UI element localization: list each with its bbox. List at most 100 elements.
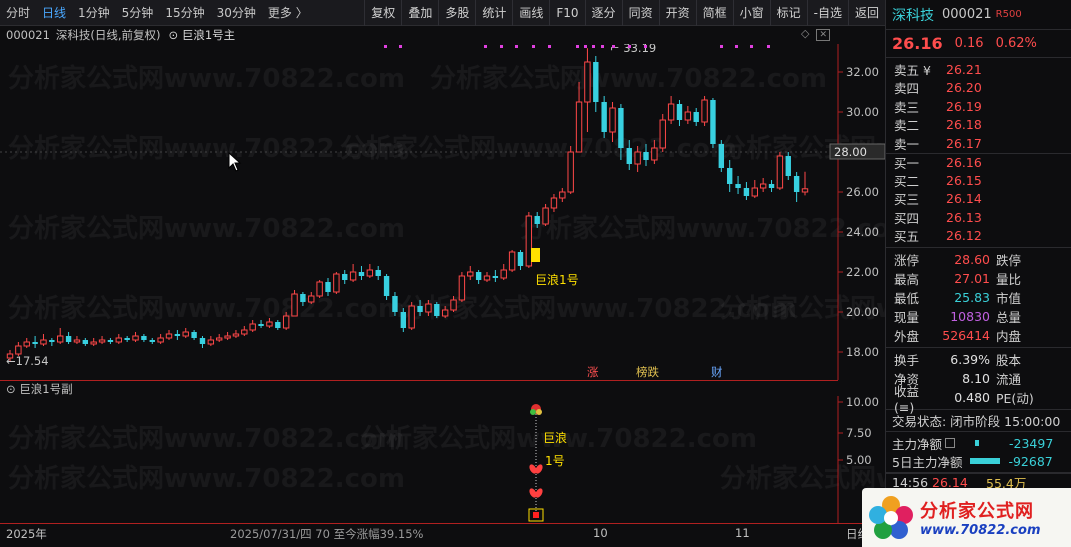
- chart-control-icons[interactable]: ◇ ✕: [801, 27, 830, 41]
- candle-body-down: [593, 62, 599, 102]
- candle-body-up: [266, 321, 273, 327]
- candlestick-chart[interactable]: 32.00 30.00 28.00 26.00 24.00 22.00 20.00 18.00…: [0, 44, 885, 380]
- toolbar-button-6[interactable]: 逐分: [584, 0, 622, 26]
- ask-label: 卖四: [894, 81, 920, 97]
- stat-label-2: 跌停: [996, 253, 1022, 268]
- event-tag: 财: [711, 365, 723, 379]
- close-icon[interactable]: ✕: [816, 29, 830, 41]
- ask-row[interactable]: 卖三 26.19: [886, 97, 1071, 116]
- toolbar-button-7[interactable]: 同资: [621, 0, 659, 26]
- candle-body-up: [441, 309, 449, 317]
- indicator-main-name[interactable]: ⊙ 巨浪1号主: [169, 27, 236, 43]
- bid-price: 26.13: [946, 209, 982, 225]
- bid-row[interactable]: 买二 26.15: [886, 171, 1071, 190]
- ask-row[interactable]: 卖四 26.20: [886, 79, 1071, 98]
- candle-body-up: [575, 101, 583, 153]
- candle-body-up: [684, 111, 692, 121]
- candle-body-up: [98, 339, 106, 343]
- candle-body-down: [141, 336, 147, 340]
- stat-label-2: 流通: [996, 372, 1022, 387]
- period-tab-4[interactable]: 15分钟: [159, 0, 210, 26]
- bid-row[interactable]: 买三 26.14: [886, 190, 1071, 209]
- flow-label: 5日主力净额: [892, 454, 963, 470]
- ask-price: 26.19: [946, 98, 982, 114]
- ask-label: 卖三: [894, 99, 920, 115]
- ask-row[interactable]: 卖一 26.17: [886, 134, 1071, 153]
- stat-label: 外盘: [894, 329, 920, 344]
- period-tabs: 分时 日线 1分钟 5分钟 15分钟 30分钟 更多 〉: [0, 0, 314, 26]
- toolbar-button-13[interactable]: 返回: [847, 0, 885, 26]
- flow-row: 主力净额 -23497: [886, 434, 1071, 452]
- signal-dot: [515, 45, 518, 48]
- y-tick-label: 30.00: [846, 105, 879, 119]
- stat-label-2: PE(动): [996, 391, 1034, 406]
- stat-row: 收益(≡) 0.480 PE(动): [886, 384, 1071, 415]
- capital-flow: 主力净额 -23497 5日主力净额 -92687: [886, 432, 1071, 473]
- toolbar-button-9[interactable]: 简框: [695, 0, 733, 26]
- y-tick-label: 24.00: [846, 225, 879, 239]
- period-tab-1[interactable]: 日线: [36, 0, 72, 26]
- list-icon[interactable]: [945, 438, 956, 448]
- period-tab-6[interactable]: 更多 〉: [262, 0, 314, 26]
- candle-body-down: [342, 274, 348, 280]
- period-tab-5[interactable]: 30分钟: [211, 0, 262, 26]
- toolbar-button-0[interactable]: 复权: [364, 0, 401, 26]
- ask-row[interactable]: 卖五 ¥ 26.21: [886, 60, 1071, 79]
- toolbar-button-1[interactable]: 叠加: [401, 0, 438, 26]
- candle-body-up: [759, 183, 767, 189]
- top-toolbar: 分时 日线 1分钟 5分钟 15分钟 30分钟 更多 〉 复权 叠加 多股 统计 画线 F10 逐分 同资…: [0, 0, 885, 26]
- period-tab-2[interactable]: 1分钟: [72, 0, 116, 26]
- candle-body-down: [492, 276, 499, 278]
- flow-row: 5日主力净额 -92687: [886, 452, 1071, 470]
- toolbar-button-5[interactable]: F10: [549, 0, 584, 26]
- diamond-icon[interactable]: ◇: [801, 27, 809, 40]
- ask-row[interactable]: 卖二 26.18: [886, 116, 1071, 135]
- toolbar-button-3[interactable]: 统计: [475, 0, 512, 26]
- candle-body-up: [232, 333, 240, 337]
- sub-y-tick-label: 5.00: [846, 453, 872, 467]
- current-price-label: 28.00: [834, 145, 867, 159]
- period-tab-3[interactable]: 5分钟: [116, 0, 160, 26]
- quote-stats: 涨停 28.60 跌停 最高 27.01 量比 最低 25.83 市值 现量 10830 总量 外盘 52…: [886, 248, 1071, 348]
- stat-value: 526414: [942, 328, 990, 343]
- stock-name[interactable]: 深科技: [892, 5, 934, 25]
- candle-body-up: [408, 305, 415, 329]
- quote-price-row: 26.16 0.16 0.62%: [886, 30, 1071, 58]
- period-tab-0[interactable]: 分时: [0, 0, 36, 26]
- y-tick-label: 18.00: [846, 345, 879, 359]
- candle-body-down: [735, 184, 741, 188]
- mouse-cursor-icon: [228, 152, 242, 172]
- toolbar-button-8[interactable]: 开资: [658, 0, 696, 26]
- candle-body-up: [751, 187, 758, 197]
- toolbar-button-11[interactable]: 标记: [769, 0, 807, 26]
- candle-body-up: [73, 339, 81, 343]
- sub-chart-header: ⊙ 巨浪1号副: [0, 380, 838, 396]
- toolbar-button-2[interactable]: 多股: [438, 0, 475, 26]
- candle-body-down: [358, 272, 365, 276]
- candle-body-up: [165, 333, 173, 339]
- candle-body-up: [90, 341, 97, 345]
- trade-status: 交易状态: 闭市阶段 15:00:00: [886, 410, 1071, 432]
- sub-indicator-chart[interactable]: 10.00 7.50 5.00 巨浪 1号: [0, 396, 885, 523]
- candle-body-up: [308, 295, 315, 303]
- indicator-sub-name[interactable]: ⊙ 巨浪1号副: [6, 381, 73, 397]
- candle-body-down: [743, 188, 750, 196]
- toolbar-button-10[interactable]: 小窗: [732, 0, 770, 26]
- candle-body-down: [643, 152, 649, 160]
- candle-body-up: [467, 271, 474, 277]
- bid-row[interactable]: 买四 26.13: [886, 208, 1071, 227]
- bid-row[interactable]: 买五 26.12: [886, 227, 1071, 246]
- candle-body-down: [726, 168, 733, 184]
- signal-dot: [484, 45, 487, 48]
- ask-label: 卖二: [894, 118, 920, 134]
- signal-dot: [612, 45, 615, 48]
- signal-dot: [548, 45, 551, 48]
- candle-body-up: [40, 339, 47, 345]
- bid-row[interactable]: 买一 26.16: [886, 152, 1071, 172]
- toolbar-button-12[interactable]: -自选: [806, 0, 848, 26]
- signal-box-fill: [533, 512, 539, 518]
- toolbar-button-4[interactable]: 画线: [512, 0, 549, 26]
- candle-body-down: [375, 270, 381, 276]
- stat-label-2: 股本: [996, 353, 1022, 368]
- x-label-nov: 11: [735, 526, 750, 540]
